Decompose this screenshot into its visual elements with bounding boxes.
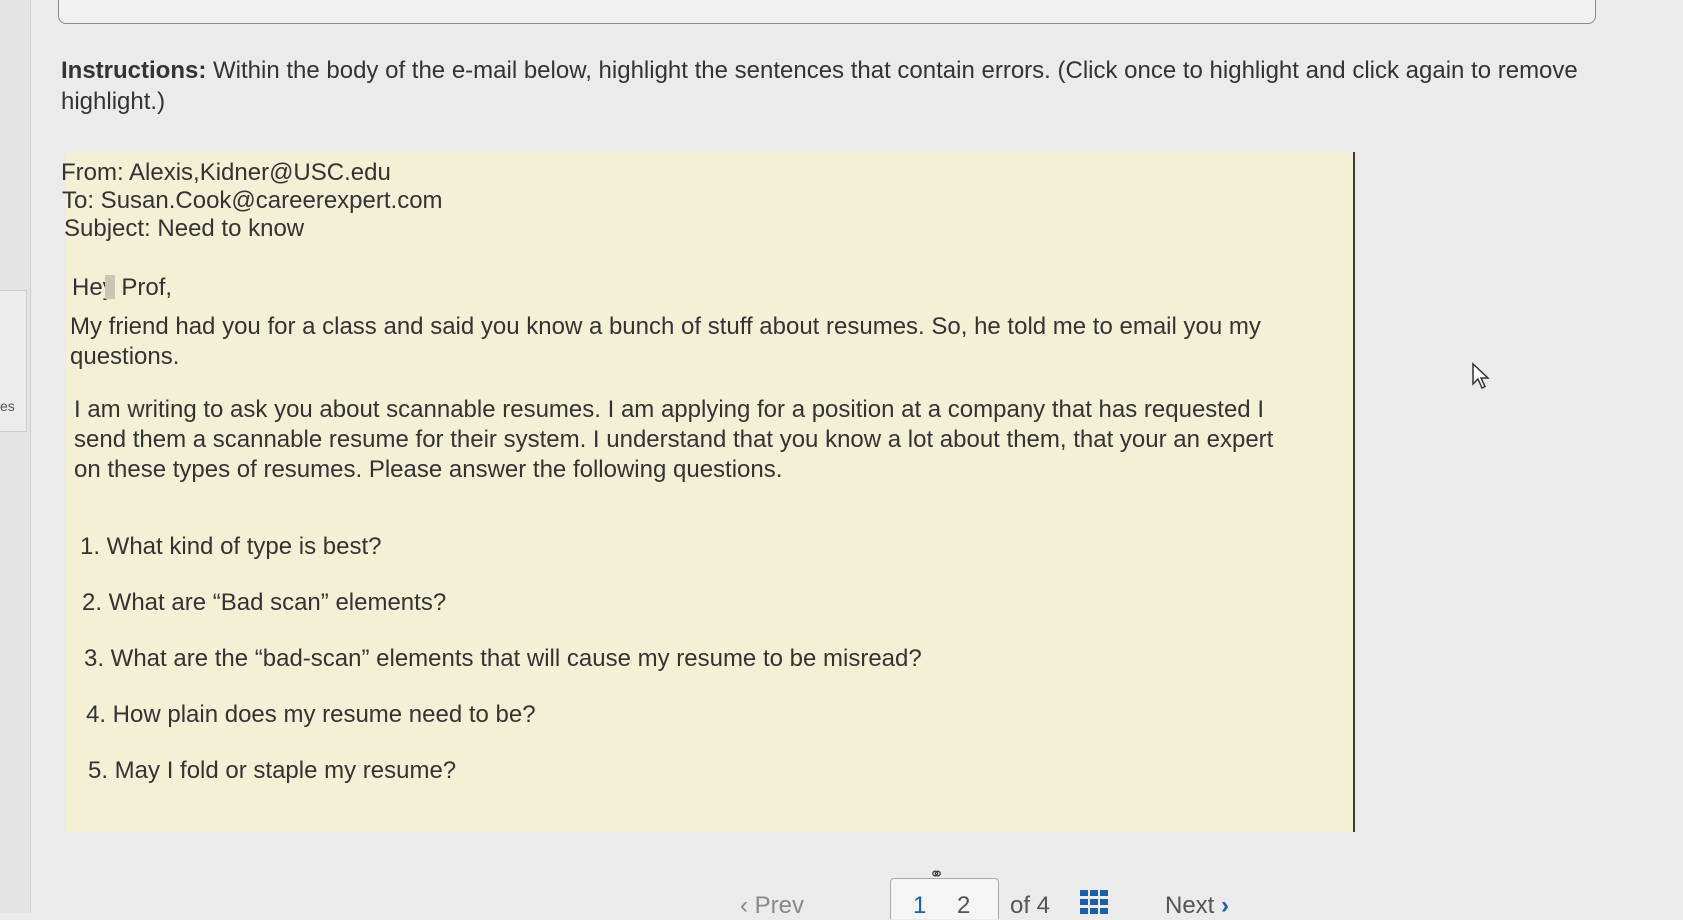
email-from[interactable]: From: Alexis,Kidner@USC.edu [61,158,391,188]
email-greeting[interactable]: Hey Prof, [72,274,172,302]
page-1-button[interactable]: 1 [913,892,926,920]
email-to[interactable]: To: Susan.Cook@careerexpert.com [62,186,443,216]
page-count: of 4 [1010,892,1051,919]
page-2-button[interactable]: 2 [957,892,970,920]
instructions-label: Instructions: [61,57,207,84]
email-paragraph-2[interactable]: I am writing to ask you about scannable … [74,395,1296,485]
chevron-left-icon: ‹ [740,892,748,919]
previous-question-box [58,0,1596,24]
question-list: 1. What kind of type is best? 2. What ar… [80,532,922,812]
question-item-1[interactable]: 1. What kind of type is best? [80,532,922,588]
left-rail: es [0,0,31,913]
next-button[interactable]: Next › [1165,892,1229,920]
question-item-4[interactable]: 4. How plain does my resume need to be? [80,700,922,756]
prev-button[interactable]: ‹ Prev [740,892,804,920]
pagination-bar: ‹ Prev ⚭ 1 2 of 4 Next › [0,864,1683,919]
question-item-5[interactable]: 5. May I fold or staple my resume? [80,756,922,812]
link-icon: ⚭ [929,864,945,884]
question-item-2[interactable]: 2. What are “Bad scan” elements? [80,588,922,644]
email-subject[interactable]: Subject: Need to know [64,214,304,244]
greeting-name: Prof, [114,274,173,301]
next-label: Next [1165,892,1215,919]
grid-icon[interactable] [1080,890,1108,914]
question-item-3[interactable]: 3. What are the “bad-scan” elements that… [80,644,922,700]
prev-label: Prev [754,892,805,919]
email-body: From: Alexis,Kidner@USC.edu To: Susan.Co… [61,152,1355,832]
email-paragraph-1[interactable]: My friend had you for a class and said y… [70,312,1285,372]
mouse-pointer-icon [1472,362,1490,390]
text-cursor [104,275,115,299]
chevron-right-icon: › [1221,892,1230,919]
instructions-text: Within the body of the e-mail below, hig… [61,57,1578,115]
side-panel-label: es [0,398,15,414]
instructions: Instructions: Within the body of the e-m… [61,55,1601,117]
